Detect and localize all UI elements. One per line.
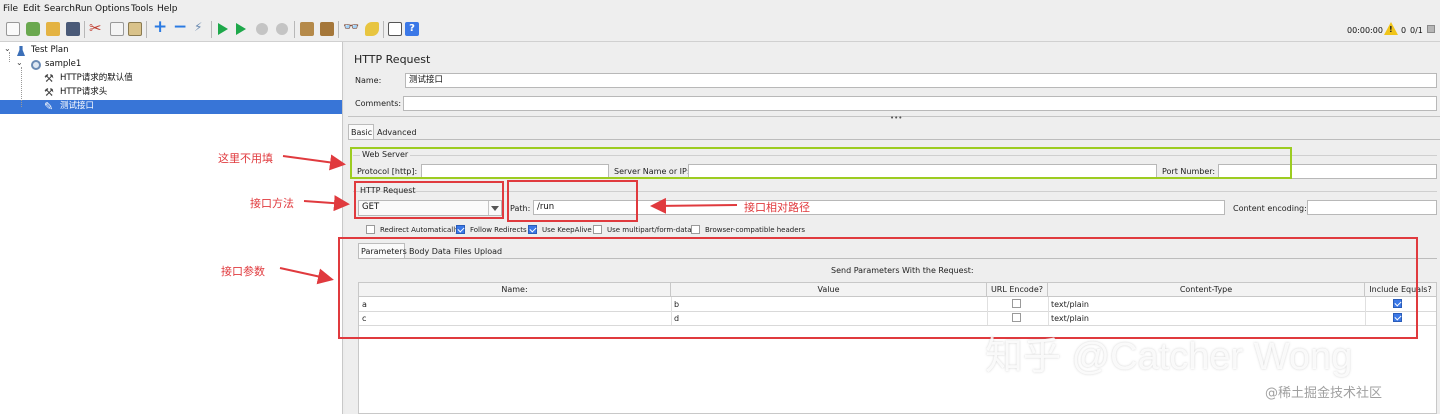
watermark-main: 知乎 @Catcher Wong bbox=[985, 336, 1353, 378]
arrow-method bbox=[303, 195, 350, 212]
arrow-web-server bbox=[282, 154, 346, 171]
arrow-params bbox=[279, 267, 334, 285]
arrow-path bbox=[650, 197, 738, 214]
watermark-corner: @稀土掘金技术社区 bbox=[1265, 386, 1383, 401]
